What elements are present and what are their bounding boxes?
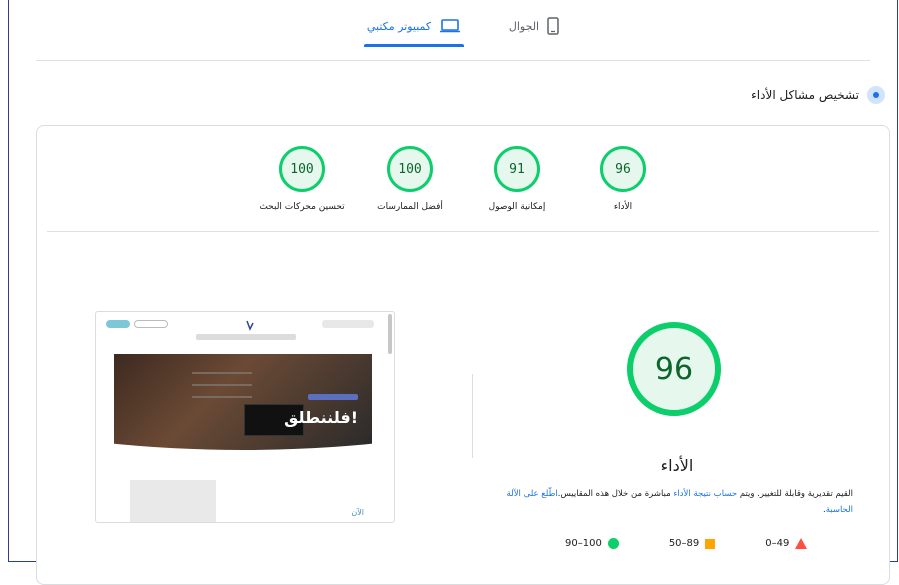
- thumb-bottom-image: [130, 480, 216, 522]
- main-performance-gauge: 96: [627, 322, 727, 422]
- note-middle: مباشرة من خلال هذه المقاييس.: [557, 489, 674, 499]
- tab-desktop[interactable]: كمبيوتر مكتبي: [364, 8, 464, 44]
- score-legend: 90–100 50–89 0–49: [565, 538, 808, 549]
- estimate-note: القيم تقديرية وقابلة للتغيير. ويتم حساب …: [493, 486, 853, 518]
- main-gauge-label: الأداء: [660, 456, 694, 475]
- legend-average-label: 50–89: [668, 538, 700, 549]
- gauge-label: الأداء: [613, 202, 633, 212]
- thumb-logo-icon: [246, 320, 254, 331]
- thumb-button: [134, 320, 168, 328]
- gauge-score: 91: [494, 146, 540, 192]
- legend-fail: 0–49: [765, 538, 808, 549]
- legend-pass: 90–100: [565, 538, 619, 549]
- mobile-icon: [547, 17, 559, 35]
- scores-card: 96 الأداء 91 إمكانية الوصول 100 أفضل الم…: [36, 125, 890, 585]
- tab-desktop-label: كمبيوتر مكتبي: [366, 19, 432, 33]
- gauge-label: إمكانية الوصول: [488, 202, 546, 212]
- thumb-tag: [308, 394, 358, 400]
- thumb-nav: [196, 334, 296, 340]
- thumb-scrollbar: [388, 314, 392, 354]
- active-tab-indicator: [364, 44, 464, 47]
- gauge-label: تحسين محركات البحث: [259, 202, 345, 212]
- score-calc-link[interactable]: حساب نتيجة الأداء: [673, 489, 737, 499]
- device-tabs: الجوال كمبيوتر مكتبي: [9, 0, 897, 50]
- performance-dot-icon: [867, 86, 885, 104]
- average-square-icon: [705, 538, 716, 549]
- thumb-button: [106, 320, 130, 328]
- note-prefix: القيم تقديرية وقابلة للتغيير. ويتم: [737, 489, 853, 499]
- gauge-seo[interactable]: 100 تحسين محركات البحث: [242, 146, 362, 212]
- legend-pass-label: 90–100: [565, 538, 602, 549]
- gauge-score: 96: [600, 146, 646, 192]
- category-gauges: 96 الأداء 91 إمكانية الوصول 100 أفضل الم…: [37, 146, 889, 226]
- main-gauge-score: 96: [627, 322, 721, 416]
- gauge-accessibility[interactable]: 91 إمكانية الوصول: [457, 146, 577, 212]
- section-title: تشخيص مشاكل الأداء: [751, 88, 859, 102]
- fail-triangle-icon: [795, 538, 808, 549]
- pass-circle-icon: [607, 538, 619, 549]
- card-divider: [47, 231, 879, 232]
- thumb-hero-image: فلننطلق!: [114, 354, 372, 450]
- thumb-bottom-text: الآن: [351, 508, 364, 517]
- legend-average: 50–89: [668, 538, 716, 549]
- thumb-hero-text: فلننطلق!: [284, 408, 358, 427]
- gauge-score: 100: [279, 146, 325, 192]
- gauge-performance[interactable]: 96 الأداء: [563, 146, 683, 212]
- laptop-icon: [440, 19, 461, 33]
- report-frame: الجوال كمبيوتر مكتبي تشخيص مشاكل الأداء …: [8, 0, 898, 585]
- tab-mobile[interactable]: الجوال: [494, 8, 574, 44]
- gauge-best-practices[interactable]: 100 أفضل الممارسات: [350, 146, 470, 212]
- vertical-separator: [472, 374, 473, 458]
- diagnose-header: تشخيص مشاكل الأداء: [751, 86, 885, 104]
- legend-fail-label: 0–49: [765, 538, 790, 549]
- tab-mobile-label: الجوال: [508, 19, 540, 33]
- tabs-divider: [36, 60, 870, 61]
- gauge-label: أفضل الممارسات: [377, 202, 443, 212]
- page-screenshot-thumbnail: فلننطلق! الآن: [95, 311, 395, 523]
- thumb-phone: [322, 320, 374, 328]
- gauge-score: 100: [387, 146, 433, 192]
